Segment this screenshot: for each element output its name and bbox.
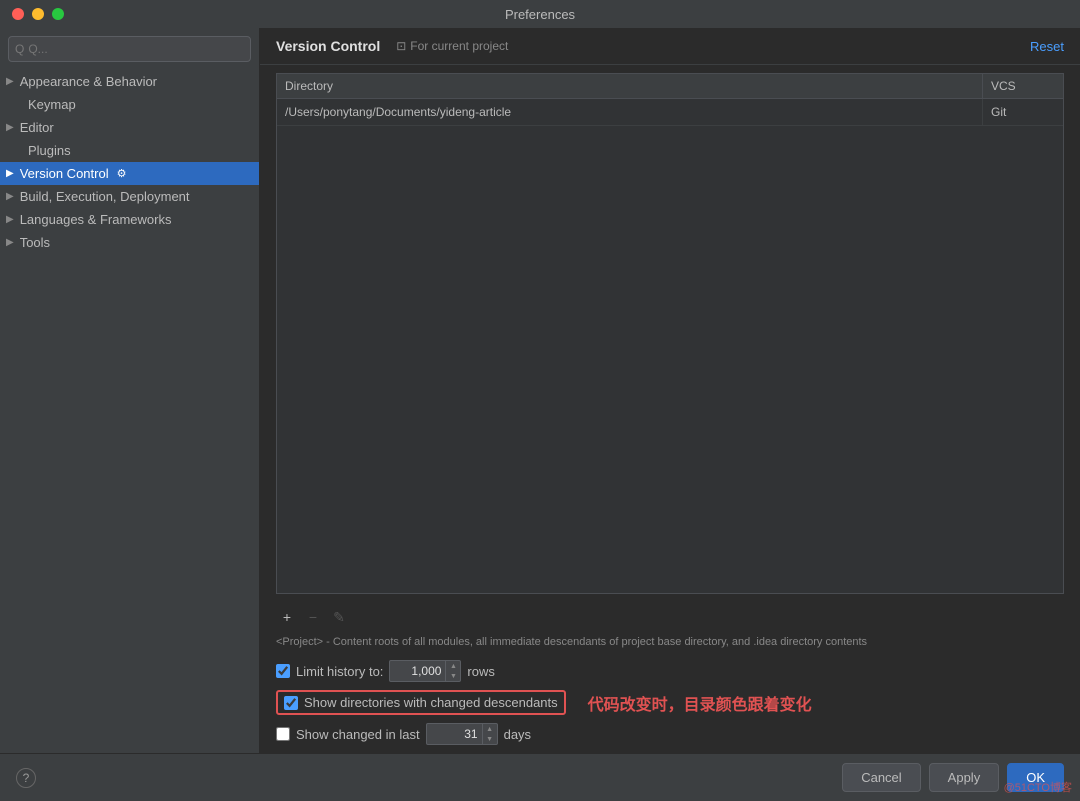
- spinner-up[interactable]: ▲: [446, 661, 460, 671]
- arrow-icon: ▶: [6, 191, 14, 202]
- content-subtitle: ⊡ For current project: [396, 39, 508, 53]
- window-controls[interactable]: [12, 8, 64, 20]
- vcs-table: Directory VCS /Users/ponytang/Documents/…: [276, 73, 1064, 594]
- limit-history-checkbox[interactable]: [276, 664, 290, 678]
- sidebar-item-label: Build, Execution, Deployment: [20, 189, 190, 204]
- show-directories-option-row: Show directories with changed descendant…: [276, 690, 1064, 715]
- limit-history-spinner: ▲ ▼: [445, 661, 460, 681]
- remove-directory-button[interactable]: −: [302, 606, 324, 628]
- limit-history-option: Limit history to: ▲ ▼ rows: [276, 660, 1064, 682]
- search-input[interactable]: [28, 42, 244, 56]
- sidebar-item-label: Tools: [20, 235, 50, 250]
- show-changed-last-input-wrap: ▲ ▼: [426, 723, 498, 745]
- show-changed-last-label-prefix: Show changed in last: [296, 727, 420, 742]
- table-toolbar: + − ✎: [260, 602, 1080, 632]
- sidebar-item-label: Keymap: [28, 97, 76, 112]
- limit-history-label-suffix: rows: [467, 664, 494, 679]
- spinner-up[interactable]: ▲: [483, 724, 497, 734]
- cell-vcs: Git: [983, 99, 1063, 125]
- table-row[interactable]: /Users/ponytang/Documents/yideng-article…: [277, 99, 1063, 126]
- arrow-icon: ▶: [6, 214, 14, 225]
- search-box[interactable]: Q: [8, 36, 251, 62]
- cell-directory: /Users/ponytang/Documents/yideng-article: [277, 99, 983, 125]
- show-directories-highlighted: Show directories with changed descendant…: [276, 690, 566, 715]
- limit-history-input[interactable]: [390, 664, 445, 678]
- sidebar-item-label: Languages & Frameworks: [20, 212, 172, 227]
- sidebar-item-plugins[interactable]: Plugins: [0, 139, 259, 162]
- show-changed-last-checkbox[interactable]: [276, 727, 290, 741]
- show-changed-last-label-suffix: days: [504, 727, 531, 742]
- content-header: Version Control ⊡ For current project Re…: [260, 28, 1080, 65]
- close-button[interactable]: [12, 8, 24, 20]
- sidebar-item-label: Plugins: [28, 143, 71, 158]
- col-header-vcs: VCS: [983, 74, 1063, 98]
- sidebar-item-tools[interactable]: ▶ Tools: [0, 231, 259, 254]
- show-directories-checkbox[interactable]: [284, 696, 298, 710]
- sidebar-item-languages[interactable]: ▶ Languages & Frameworks: [0, 208, 259, 231]
- reset-button[interactable]: Reset: [1030, 39, 1064, 54]
- minimize-button[interactable]: [32, 8, 44, 20]
- dialog-body: Q ▶ Appearance & Behavior Keymap ▶ Edito…: [0, 28, 1080, 753]
- sidebar-item-label: Editor: [20, 120, 54, 135]
- maximize-button[interactable]: [52, 8, 64, 20]
- arrow-icon: ▶: [6, 237, 14, 248]
- limit-history-label-prefix: Limit history to:: [296, 664, 383, 679]
- sidebar: Q ▶ Appearance & Behavior Keymap ▶ Edito…: [0, 28, 260, 753]
- show-changed-last-option: Show changed in last ▲ ▼ days: [276, 723, 1064, 745]
- sidebar-item-editor[interactable]: ▶ Editor: [0, 116, 259, 139]
- edit-directory-button[interactable]: ✎: [328, 606, 350, 628]
- project-icon: ⊡: [396, 39, 406, 53]
- bottom-bar: ? Cancel Apply OK @51CTO博客: [0, 753, 1080, 801]
- sidebar-item-label: Appearance & Behavior: [20, 74, 157, 89]
- show-changed-last-input[interactable]: [427, 727, 482, 741]
- sidebar-item-keymap[interactable]: Keymap: [0, 93, 259, 116]
- options-area: Limit history to: ▲ ▼ rows Show director…: [260, 656, 1080, 753]
- limit-history-input-wrap: ▲ ▼: [389, 660, 461, 682]
- show-directories-label: Show directories with changed descendant…: [304, 695, 558, 710]
- description-text: <Project> - Content roots of all modules…: [260, 632, 1080, 656]
- spinner-down[interactable]: ▼: [446, 671, 460, 681]
- search-icon: Q: [15, 42, 24, 56]
- spinner-down[interactable]: ▼: [483, 734, 497, 744]
- help-button[interactable]: ?: [16, 768, 36, 788]
- arrow-icon: ▶: [6, 168, 14, 179]
- annotation-text: 代码改变时，目录颜色跟着变化: [588, 691, 812, 715]
- table-header: Directory VCS: [277, 74, 1063, 99]
- arrow-icon: ▶: [6, 122, 14, 133]
- sidebar-item-version-control[interactable]: ▶ Version Control ⚙: [0, 162, 259, 185]
- sidebar-item-appearance[interactable]: ▶ Appearance & Behavior: [0, 70, 259, 93]
- apply-button[interactable]: Apply: [929, 763, 1000, 792]
- sidebar-item-build[interactable]: ▶ Build, Execution, Deployment: [0, 185, 259, 208]
- cancel-button[interactable]: Cancel: [842, 763, 920, 792]
- window-title: Preferences: [505, 7, 575, 22]
- title-bar: Preferences: [0, 0, 1080, 28]
- col-header-directory: Directory: [277, 74, 983, 98]
- show-changed-last-spinner: ▲ ▼: [482, 724, 497, 744]
- sidebar-item-label: Version Control: [20, 166, 109, 181]
- add-directory-button[interactable]: +: [276, 606, 298, 628]
- watermark: @51CTO博客: [1004, 779, 1072, 795]
- content-title: Version Control: [276, 38, 380, 54]
- settings-icon: ⚙: [117, 167, 127, 180]
- arrow-icon: ▶: [6, 76, 14, 87]
- content-area: Version Control ⊡ For current project Re…: [260, 28, 1080, 753]
